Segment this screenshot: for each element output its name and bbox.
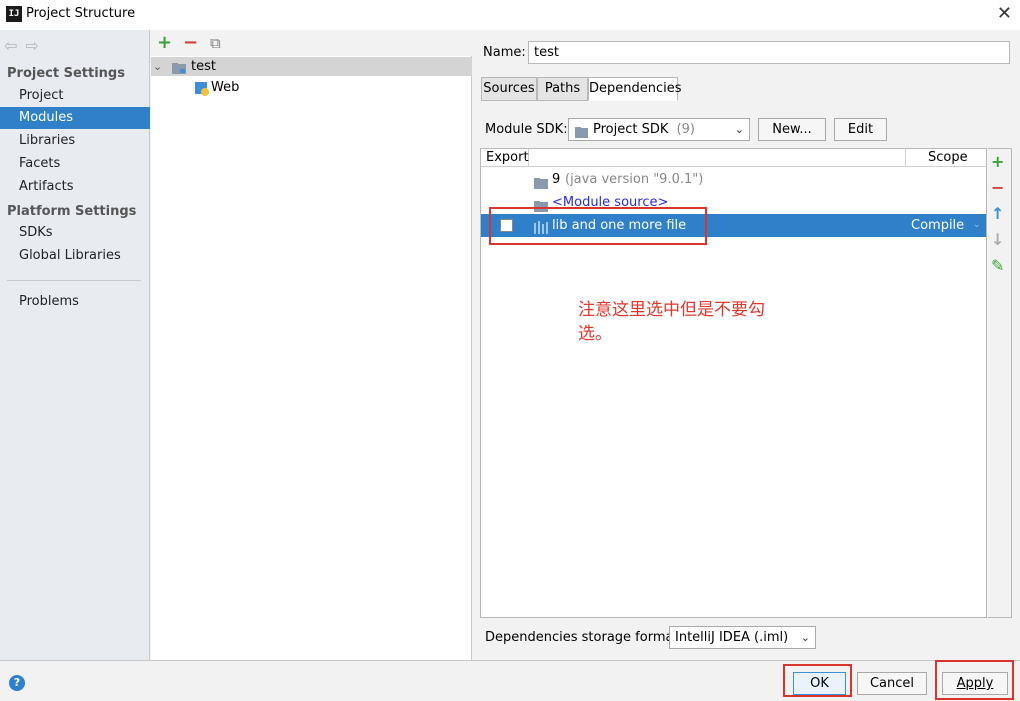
library-name: lib and one more file [552,218,687,233]
annotation-note: 注意这里选中但是不要勾选。 [578,300,765,344]
module-name-field[interactable]: test [528,41,1010,64]
name-label: Name: [483,45,526,60]
module-name: test [191,59,216,74]
tab-paths[interactable]: Paths [537,77,588,101]
library-scope[interactable]: Compile [911,214,964,237]
dependencies-table: Export Scope 9 (java version "9.0.1") <M… [480,148,987,618]
module-sdk-label: Module SDK: [485,122,568,137]
export-checkbox[interactable] [500,219,513,232]
chevron-down-icon: ⌄ [800,631,810,644]
sdk-folder-icon [575,124,589,138]
col-scope[interactable]: Scope [905,149,986,167]
tab-dependencies[interactable]: Dependencies [588,77,682,101]
remove-module-icon[interactable]: − [183,33,198,53]
help-icon[interactable]: ? [9,675,25,691]
sidebar-item-project[interactable]: Project [0,85,150,107]
module-sdk-select[interactable]: Project SDK (9) ⌄ [568,118,750,141]
apply-button[interactable]: Apply [942,672,1008,695]
sdk-value: Project SDK [593,122,669,137]
sdk-version: (9) [676,122,695,137]
module-tree-panel: + − ⧉ ⌄ test Web [151,30,472,660]
dependency-row-lib[interactable]: lib and one more file Compile ⌄ [481,214,986,237]
intellij-app-icon: IJ [6,6,22,22]
nav-arrows: ⇦ ⇨ [4,36,47,55]
module-toolbar: + − ⧉ [151,30,472,56]
expand-chevron-icon[interactable]: ⌄ [153,57,162,76]
sidebar-item-problems[interactable]: Problems [0,291,150,313]
sidebar-item-libraries[interactable]: Libraries [0,130,150,152]
new-sdk-button[interactable]: New... [758,118,826,141]
dependency-row-jdk[interactable]: 9 (java version "9.0.1") [481,168,986,191]
storage-format-label: Dependencies storage format: [485,630,683,645]
edit-sdk-button[interactable]: Edit [834,118,887,141]
dependency-toolbar: + − ↑ ↓ ✎ [988,148,1012,618]
chevron-down-icon: ⌄ [734,123,744,136]
edit-dependency-icon[interactable]: ✎ [991,257,1004,275]
project-structure-window: IJ Project Structure ✕ ⇦ ⇨ Project Settin… [0,0,1020,701]
col-export[interactable]: Export [481,149,529,167]
sidebar-item-sdks[interactable]: SDKs [0,222,150,244]
dependency-row-module-source[interactable]: <Module source> [481,191,986,214]
copy-module-icon[interactable]: ⧉ [210,33,221,53]
move-down-icon[interactable]: ↓ [991,231,1004,249]
forward-arrow-icon[interactable]: ⇨ [25,36,38,55]
move-up-icon[interactable]: ↑ [991,205,1004,223]
ok-button[interactable]: OK [793,672,846,695]
project-settings-header: Project Settings [7,66,125,81]
facet-web[interactable]: Web [211,78,239,97]
platform-settings-header: Platform Settings [7,204,137,219]
sidebar-item-artifacts[interactable]: Artifacts [0,176,150,198]
jdk-name: 9 [552,172,561,187]
storage-format-value: IntelliJ IDEA (.iml) [675,630,789,645]
web-facet-icon [195,82,209,96]
close-icon[interactable]: ✕ [997,4,1012,24]
jdk-folder-icon [534,174,549,189]
sidebar-item-global-libraries[interactable]: Global Libraries [0,245,150,267]
scope-chevron-icon: ⌄ [973,220,981,230]
module-folder-icon [172,61,187,74]
add-module-icon[interactable]: + [157,33,172,53]
settings-sidebar: ⇦ ⇨ Project Settings Project Modules Libr… [0,30,150,660]
module-source-name: <Module source> [552,195,669,210]
add-dependency-icon[interactable]: + [991,153,1004,171]
dialog-button-bar: ? OK Cancel Apply [0,660,1020,701]
title-bar: IJ Project Structure ✕ [0,0,1020,30]
sidebar-divider [7,280,141,281]
table-header: Export Scope [481,149,986,167]
jdk-version: (java version "9.0.1") [565,172,704,187]
window-title: Project Structure [26,6,136,21]
cancel-button[interactable]: Cancel [857,672,927,695]
tab-sources[interactable]: Sources [481,77,537,101]
storage-format-select[interactable]: IntelliJ IDEA (.iml) ⌄ [669,626,816,649]
sidebar-item-facets[interactable]: Facets [0,153,150,175]
sidebar-item-modules[interactable]: Modules [0,107,150,129]
remove-dependency-icon[interactable]: − [991,179,1004,197]
library-icon [534,219,549,234]
back-arrow-icon[interactable]: ⇦ [4,36,17,55]
source-folder-icon [534,197,549,212]
